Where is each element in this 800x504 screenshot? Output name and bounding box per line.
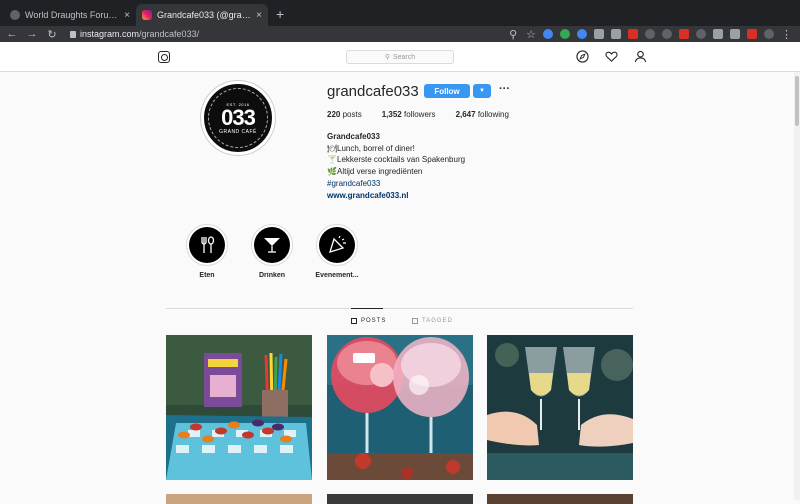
plate-icon: 🍽 xyxy=(327,143,338,153)
profile-avatar[interactable] xyxy=(764,29,774,39)
url-path: /grandcafe033/ xyxy=(139,29,200,39)
suggestions-dropdown-button[interactable]: ▼ xyxy=(473,84,491,98)
browser-menu-icon[interactable]: ⋮ xyxy=(781,28,792,41)
post-thumbnail[interactable] xyxy=(487,494,633,504)
page-scrollbar[interactable] xyxy=(794,72,800,500)
close-tab-icon[interactable]: × xyxy=(124,10,130,21)
post-thumbnail[interactable] xyxy=(166,494,312,504)
bio-line-cocktails: 🍸Lekkerste cocktails van Spakenburg xyxy=(327,155,466,165)
browser-tab-draughts[interactable]: World Draughts Forum - Index p × xyxy=(4,4,136,26)
tagged-icon xyxy=(412,318,418,324)
tabs-divider xyxy=(166,308,633,309)
browser-tab-bar: World Draughts Forum - Index p × Grandca… xyxy=(0,0,800,26)
post-thumbnail[interactable] xyxy=(327,494,473,504)
profile-username: grandcafe033 xyxy=(327,83,419,100)
post-thumbnail-cocktails[interactable] xyxy=(327,335,473,480)
tab-tagged-label: TAGGED xyxy=(422,318,453,324)
instagram-favicon-icon xyxy=(142,10,152,20)
check-extension-icon[interactable] xyxy=(560,29,570,39)
bio-name: Grandcafe033 xyxy=(327,132,380,141)
browser-tab-instagram[interactable]: Grandcafe033 (@grandcafe033) × xyxy=(136,4,268,26)
cocktail-icon: 🍸 xyxy=(327,155,337,165)
highlight-eten[interactable]: Eten xyxy=(182,224,232,279)
highlight-ring xyxy=(186,224,228,266)
extensions-area: ⚲ ☆ ⋮ xyxy=(507,26,792,42)
header-nav-icons xyxy=(576,50,647,63)
url-host: instagram.com xyxy=(80,29,140,39)
fork-spoon-icon xyxy=(189,227,225,263)
new-tab-button[interactable]: + xyxy=(268,6,292,26)
tab-posts[interactable]: POSTS xyxy=(351,318,386,324)
search-icon: ⚲ xyxy=(384,54,390,61)
highlight-ring xyxy=(251,224,293,266)
search-input[interactable]: ⚲ Search xyxy=(346,50,454,64)
followers-stat[interactable]: 1,352 followers xyxy=(382,110,436,119)
zoom-icon[interactable]: ⚲ xyxy=(507,28,519,41)
doc-extension-icon[interactable] xyxy=(594,29,604,39)
search-placeholder: Search xyxy=(392,53,416,61)
highlight-evenementen[interactable]: Evenement... xyxy=(312,224,362,279)
highlight-drinken[interactable]: Drinken xyxy=(247,224,297,279)
instagram-header: ⚲ Search xyxy=(0,42,800,72)
more-options-icon[interactable]: ··· xyxy=(499,84,510,95)
mic-extension-icon[interactable] xyxy=(730,29,740,39)
download-extension-icon[interactable] xyxy=(713,29,723,39)
following-stat[interactable]: 2,647 following xyxy=(456,110,509,119)
party-icon xyxy=(319,227,355,263)
back-arrow-icon[interactable]: ← xyxy=(6,28,18,40)
highlight-label: Drinken xyxy=(258,272,286,279)
instagram-logo-icon[interactable] xyxy=(158,51,170,63)
youtube-extension-icon[interactable] xyxy=(747,29,757,39)
window-extension-icon[interactable] xyxy=(611,29,621,39)
forward-arrow-icon[interactable]: → xyxy=(26,28,38,40)
highlight-label: Eten xyxy=(199,272,215,279)
post-thumbnail-wine-toast[interactable] xyxy=(487,335,633,480)
tab-posts-label: POSTS xyxy=(361,318,387,324)
profile-bio: Grandcafe033 🍽Lunch, borrel of diner! 🍸L… xyxy=(327,131,465,201)
drive-extension-icon[interactable] xyxy=(543,29,553,39)
extension-icon[interactable] xyxy=(679,29,689,39)
scrollbar-thumb[interactable] xyxy=(795,76,799,126)
translate-extension-icon[interactable] xyxy=(577,29,587,39)
tab-title: World Draughts Forum - Index p xyxy=(25,10,119,20)
bio-hashtag-link[interactable]: #grandcafe033 xyxy=(327,178,465,190)
highlight-ring xyxy=(316,224,358,266)
bio-line-fresh: 🌿Altijd verse ingrediënten xyxy=(327,167,423,177)
address-bar[interactable]: instagram.com/grandcafe033/ xyxy=(70,29,199,39)
bookmark-star-icon[interactable]: ☆ xyxy=(526,28,536,41)
compass-icon[interactable] xyxy=(576,50,589,63)
highlight-label: Evenement... xyxy=(315,272,359,279)
extension-icon[interactable] xyxy=(645,29,655,39)
adblock-extension-icon[interactable] xyxy=(628,29,638,39)
extension-icon[interactable] xyxy=(696,29,706,39)
herb-icon: 🌿 xyxy=(327,167,337,177)
browser-toolbar: ← → ↻ instagram.com/grandcafe033/ ⚲ ☆ ⋮ xyxy=(0,26,800,42)
post-thumbnail-board-game[interactable] xyxy=(166,335,312,480)
reload-icon[interactable]: ↻ xyxy=(46,28,58,41)
grid-icon xyxy=(351,318,357,324)
avatar-number: 033 xyxy=(221,104,256,130)
follow-button[interactable]: Follow xyxy=(424,84,470,98)
profile-stats: 220 posts 1,352 followers 2,647 followin… xyxy=(327,110,509,119)
tab-title: Grandcafe033 (@grandcafe033) xyxy=(157,10,252,20)
avatar-logo: EST. 2016 033 GRAND CAFÉ xyxy=(208,88,268,148)
tab-tagged[interactable]: TAGGED xyxy=(412,318,453,324)
posts-stat: 220 posts xyxy=(327,110,362,119)
lock-icon xyxy=(70,30,76,38)
user-icon[interactable] xyxy=(634,50,647,63)
close-tab-icon[interactable]: × xyxy=(256,10,262,21)
active-tab-indicator xyxy=(351,308,383,309)
avatar-subtitle: GRAND CAFÉ xyxy=(219,128,257,135)
extension-icon[interactable] xyxy=(662,29,672,39)
bio-website-link[interactable]: www.grandcafe033.nl xyxy=(327,190,465,202)
favicon-icon xyxy=(10,10,20,20)
profile-avatar[interactable]: EST. 2016 033 GRAND CAFÉ xyxy=(201,81,275,155)
heart-icon[interactable] xyxy=(605,50,618,63)
bio-line-lunch: 🍽Lunch, borrel of diner! xyxy=(327,143,415,153)
cocktail-icon xyxy=(254,227,290,263)
